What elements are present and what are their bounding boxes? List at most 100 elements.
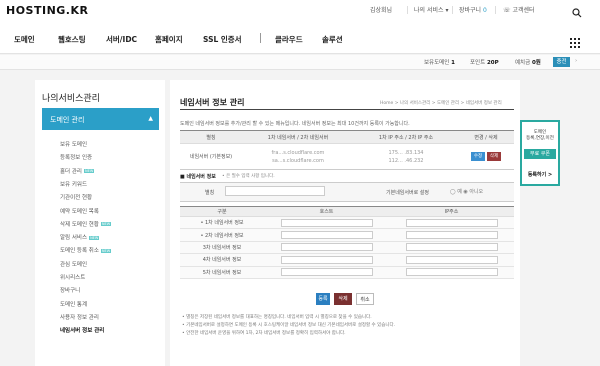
ip-input[interactable] xyxy=(405,255,498,264)
points-value: 20P xyxy=(486,60,499,66)
table-row: • 2차 네임서버 정보 xyxy=(180,228,514,242)
host-cell xyxy=(264,266,389,279)
page-description: 도메인 네임서버 정보를 추가/관리 할 수 있는 메뉴입니다. 네임서버 정보… xyxy=(180,121,410,127)
lnb-subitem[interactable]: 보유 도메인 xyxy=(60,140,87,148)
site-logo[interactable]: HOSTING.KR xyxy=(6,4,88,17)
new-badge: NEW xyxy=(100,248,112,253)
my-service-link[interactable]: 나의 서비스 ▾ xyxy=(414,5,448,14)
row-ips: 175... .83.134 112... .46.232 xyxy=(354,143,458,170)
chevron-right-icon[interactable]: › xyxy=(575,58,577,64)
ip1-value: 175... .83.134 xyxy=(388,149,424,156)
lnb-subitem-label: 등록정보 인증 xyxy=(60,155,93,162)
table-row: • 1차 네임서버 정보 xyxy=(180,216,514,230)
lnb-subitem[interactable]: 네임서버 정보 관리 xyxy=(60,326,104,334)
gnb-item-server[interactable]: 서버/IDC xyxy=(106,34,137,45)
radio-yes-label: 예 xyxy=(457,189,462,195)
host-input[interactable] xyxy=(280,231,373,240)
col-type: 구분 xyxy=(180,206,264,217)
new-badge: NEW xyxy=(100,222,112,227)
lnb-subitem[interactable]: 장바구니 xyxy=(60,286,80,294)
lnb-subitem[interactable]: 사용자 정보 관리 xyxy=(60,313,99,321)
lnb-subitem[interactable]: 보유 키워드 xyxy=(60,180,87,188)
lnb-subitem-label: 삭제 도메인 현황 xyxy=(60,221,99,228)
edit-button[interactable]: 수정 xyxy=(471,152,485,161)
radio-yes[interactable]: ◯ 예 xyxy=(450,189,462,195)
ip-input[interactable] xyxy=(405,243,498,252)
divider xyxy=(407,6,408,14)
host-input[interactable] xyxy=(280,255,373,264)
search-button[interactable] xyxy=(572,3,582,22)
section-label-text: 네임서버 정보 xyxy=(186,174,216,180)
table-row: 3차 네임서버 정보 xyxy=(180,241,514,255)
lnb-subitem[interactable]: 홀더 관리 NEW xyxy=(60,167,95,175)
ip-cell xyxy=(389,216,514,230)
domains-count[interactable]: 보유도메인 1 xyxy=(424,58,455,66)
new-badge: NEW xyxy=(89,235,100,240)
lnb-subitem[interactable]: 알림 서비스 NEW xyxy=(60,233,100,241)
required-note: • 은 필수 입력 사항 입니다. xyxy=(222,174,275,179)
gnb-item-domain[interactable]: 도메인 xyxy=(14,34,35,45)
my-service-label: 나의 서비스 xyxy=(414,7,444,14)
ip-input[interactable] xyxy=(405,231,498,240)
ip-input[interactable] xyxy=(405,218,498,227)
chevron-up-icon: ▲ xyxy=(148,115,153,122)
delete-row-button[interactable]: 삭제 xyxy=(487,152,501,161)
delete-button[interactable]: 삭제 xyxy=(334,293,352,305)
lnb-subitem-label: 관심 도메인 xyxy=(60,261,88,268)
cart-link[interactable]: 장바구니 0 xyxy=(459,5,487,14)
deposit-count[interactable]: 예치금 0원 xyxy=(515,58,541,66)
ns2-value: sa...s.cloudflare.com xyxy=(272,157,324,164)
grid-icon xyxy=(570,38,580,48)
host-input[interactable] xyxy=(280,243,373,252)
support-link[interactable]: ☏ 고객센터 xyxy=(503,5,535,14)
table-header-row: 구분 호스트 IP주소 xyxy=(180,206,514,217)
all-menu-button[interactable] xyxy=(570,33,580,52)
gnb-item-cloud[interactable]: 클라우드 xyxy=(275,34,303,45)
col-actions: 변경 / 삭제 xyxy=(458,130,514,144)
cart-count: 0 xyxy=(483,7,487,14)
gnb-item-ssl[interactable]: SSL 인증서 xyxy=(203,34,242,45)
deposit-label: 예치금 xyxy=(515,60,531,66)
ip-input[interactable] xyxy=(405,268,498,277)
page-title: 네임서버 정보 관리 xyxy=(180,98,245,107)
lnb-subitem[interactable]: 위시리스트 xyxy=(60,273,85,281)
support-icon: ☏ xyxy=(503,7,511,14)
lnb-subitem-label: 홀더 관리 xyxy=(60,168,82,175)
lnb-subitem[interactable]: 예약 도메인 목록 xyxy=(60,207,99,215)
alias-input[interactable] xyxy=(225,186,325,196)
lnb-domain-management[interactable]: 도메인 관리 ▲ xyxy=(42,108,159,130)
lnb-subitem[interactable]: 삭제 도메인 현황 NEW xyxy=(60,220,112,228)
banner-text: 도메인 등록,연장,이전 xyxy=(522,130,558,142)
points-count[interactable]: 포인트 20P xyxy=(470,58,499,66)
lnb-subitem-label: 도메인 등록 취소 xyxy=(60,248,99,255)
lnb-subitem[interactable]: 관심 도메인 xyxy=(60,260,87,268)
row-alias: 네임서버 (기본정보) xyxy=(180,143,242,170)
lnb-subitem[interactable]: 등록정보 인증 xyxy=(60,153,92,161)
row-label: 4차 네임서버 정보 xyxy=(180,253,264,267)
lnb-subitem[interactable]: 기관이전 현황 xyxy=(60,193,92,201)
lnb-subitem[interactable]: 도메인 통계 xyxy=(60,300,87,308)
divider xyxy=(452,6,453,14)
host-input[interactable] xyxy=(280,218,373,227)
gnb-divider xyxy=(260,33,261,43)
row-actions: 수정 삭제 xyxy=(458,143,514,170)
host-input[interactable] xyxy=(280,268,373,277)
radio-no[interactable]: ◉ 아니오 xyxy=(463,189,483,195)
cancel-button[interactable]: 취소 xyxy=(356,293,374,305)
default-ns-label: 기본네임서버로 설정 xyxy=(386,190,429,196)
banner-free-coupon[interactable]: 무료 쿠폰 xyxy=(524,149,556,159)
lnb-subitem-label: 위시리스트 xyxy=(60,275,86,281)
charge-button[interactable]: 충전 xyxy=(553,57,570,67)
ip-cell xyxy=(389,253,514,267)
gnb-item-solution[interactable]: 솔루션 xyxy=(322,34,343,45)
lnb-subitem-label: 예약 도메인 목록 xyxy=(60,208,99,215)
user-name[interactable]: 김상회님 xyxy=(370,5,392,14)
register-button[interactable]: 등록 xyxy=(316,293,330,305)
note-line: • 기본네임서버로 설정하면 도메인 등록 시 호스팅케이알 네임서버 정보 대… xyxy=(182,323,396,328)
gnb-item-hosting[interactable]: 웹호스팅 xyxy=(58,34,86,45)
table-row: 5차 네임서버 정보 xyxy=(180,266,514,279)
lnb-subitem[interactable]: 도메인 등록 취소 NEW xyxy=(60,246,112,255)
banner-register-link[interactable]: 등록하기 > xyxy=(522,171,558,178)
table-row: 네임서버 (기본정보) fra...s.cloudflare.com sa...s… xyxy=(180,143,514,170)
gnb-item-homepage[interactable]: 홈페이지 xyxy=(155,34,183,45)
